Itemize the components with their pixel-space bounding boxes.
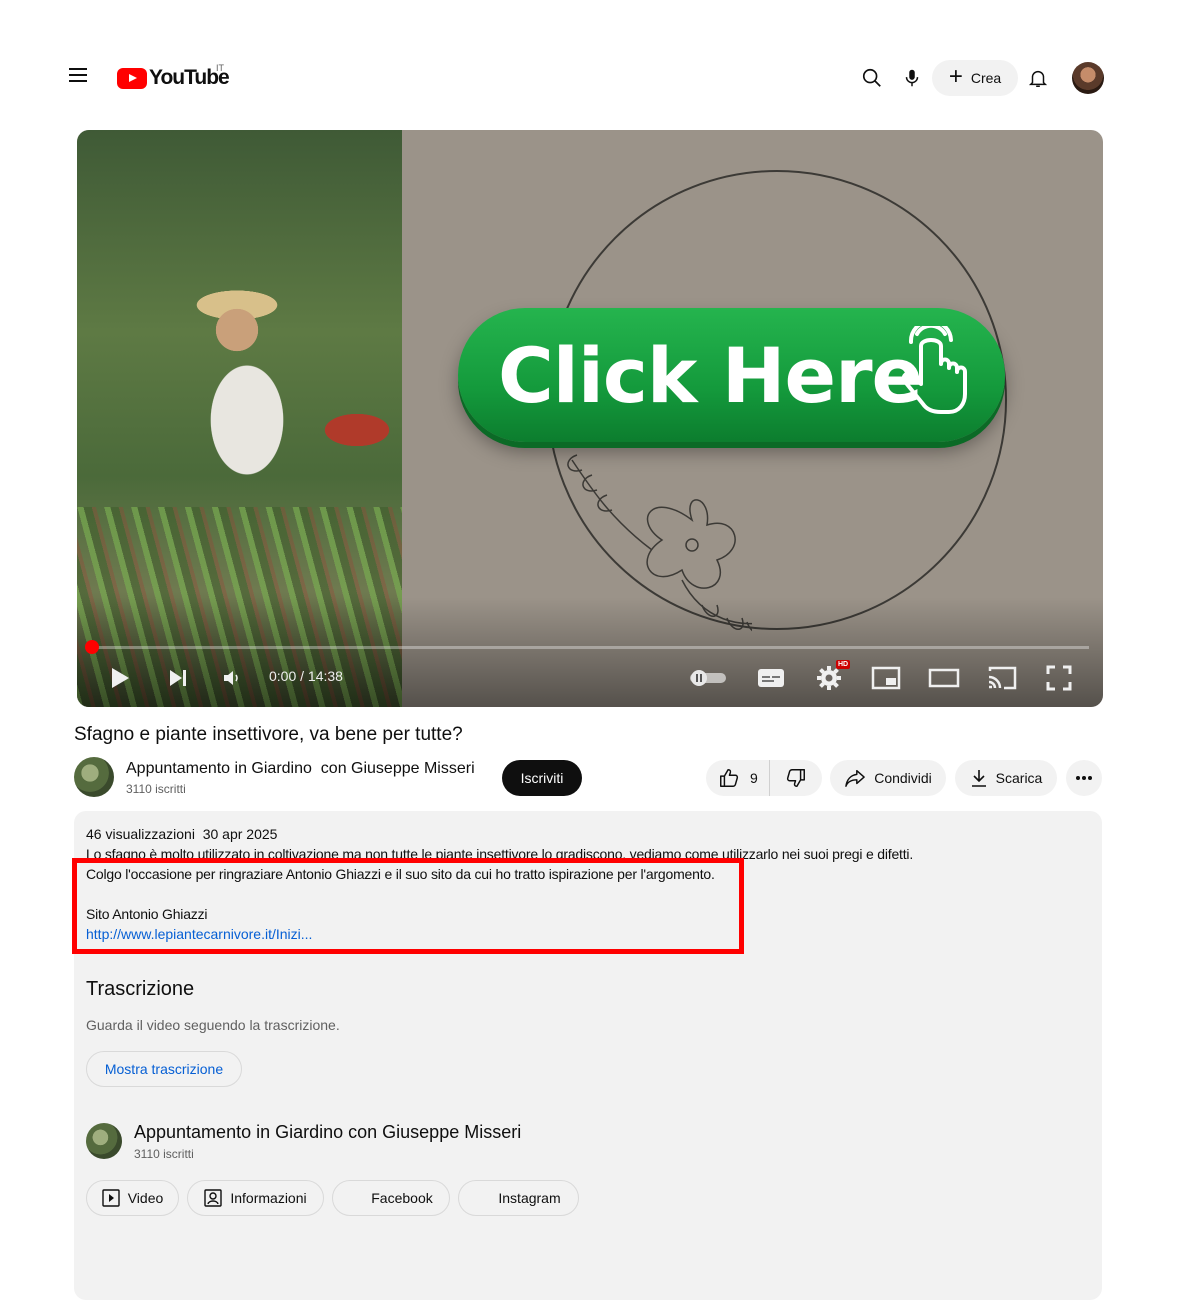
thumbs-up-icon bbox=[720, 769, 739, 787]
download-label: Scarica bbox=[995, 770, 1043, 786]
instagram-label: Instagram bbox=[498, 1190, 561, 1206]
video-icon bbox=[102, 1189, 120, 1207]
click-here-overlay-button[interactable]: Click Here bbox=[458, 308, 1005, 442]
more-actions-icon[interactable] bbox=[1066, 760, 1102, 796]
thumbs-down-icon bbox=[786, 769, 805, 787]
download-button[interactable]: Scarica bbox=[955, 760, 1057, 796]
subscribe-button[interactable]: Iscriviti bbox=[502, 760, 582, 796]
dislike-button[interactable] bbox=[770, 767, 822, 789]
progress-scrubber[interactable] bbox=[85, 640, 99, 654]
youtube-logo[interactable]: YouTube bbox=[117, 66, 230, 90]
like-button[interactable]: 9 bbox=[706, 760, 770, 796]
channel-videos-button[interactable]: Video bbox=[86, 1180, 179, 1216]
top-header: YouTube IT + Crea bbox=[0, 0, 1182, 130]
miniplayer-icon[interactable] bbox=[870, 663, 902, 693]
red-highlight-annotation bbox=[72, 858, 744, 954]
download-icon bbox=[971, 770, 986, 787]
share-arrow-icon bbox=[845, 770, 866, 787]
channel-facebook-button[interactable]: Facebook bbox=[332, 1180, 450, 1216]
channel-card-avatar[interactable] bbox=[86, 1123, 122, 1159]
subtitles-icon[interactable] bbox=[755, 663, 787, 693]
channel-name[interactable]: Appuntamento in Giardino con Giuseppe Mi… bbox=[126, 760, 475, 778]
transcript-heading: Trascrizione bbox=[86, 978, 195, 1000]
hd-badge: HD bbox=[836, 660, 851, 669]
fullscreen-icon[interactable] bbox=[1043, 663, 1075, 693]
time-display: 0:00 / 14:38 bbox=[269, 668, 343, 684]
progress-bar[interactable] bbox=[91, 646, 1089, 649]
channel-about-button[interactable]: Informazioni bbox=[187, 1180, 324, 1216]
create-label: Crea bbox=[970, 70, 1002, 86]
mic-icon[interactable] bbox=[898, 64, 926, 92]
bell-icon[interactable] bbox=[1024, 64, 1052, 92]
create-button[interactable]: + Crea bbox=[932, 60, 1018, 96]
show-transcript-button[interactable]: Mostra trascrizione bbox=[86, 1051, 242, 1087]
search-icon[interactable] bbox=[858, 64, 886, 92]
transcript-subtitle: Guarda il video seguendo la trascrizione… bbox=[86, 1017, 340, 1033]
channel-card-name[interactable]: Appuntamento in Giardino con Giuseppe Mi… bbox=[134, 1122, 521, 1143]
like-dislike-group: 9 bbox=[706, 760, 822, 796]
click-here-text: Click Here bbox=[498, 330, 923, 420]
theater-mode-icon[interactable] bbox=[927, 663, 961, 693]
video-title: Sfagno e piante insettivore, va bene per… bbox=[74, 724, 463, 745]
like-count: 9 bbox=[750, 770, 758, 786]
pointing-hand-icon bbox=[901, 326, 967, 414]
share-label: Condividi bbox=[874, 770, 932, 786]
country-code: IT bbox=[216, 63, 224, 73]
about-label: Informazioni bbox=[230, 1190, 307, 1206]
share-button[interactable]: Condividi bbox=[830, 760, 946, 796]
channel-instagram-button[interactable]: Instagram bbox=[458, 1180, 579, 1216]
menu-icon[interactable] bbox=[64, 64, 92, 92]
autoplay-toggle-icon[interactable] bbox=[687, 663, 729, 693]
subscriber-count: 3110 iscritti bbox=[126, 782, 186, 796]
channel-card-subscribers: 3110 iscritti bbox=[134, 1147, 194, 1161]
channel-avatar[interactable] bbox=[74, 757, 114, 797]
user-avatar[interactable] bbox=[1072, 62, 1104, 94]
videos-label: Video bbox=[127, 1190, 164, 1206]
facebook-label: Facebook bbox=[371, 1190, 433, 1206]
view-count-date: 46 visualizzazioni 30 apr 2025 bbox=[86, 826, 278, 842]
video-player[interactable]: Click Here 0:00 / 14:38 HD bbox=[77, 130, 1103, 707]
youtube-play-logo-icon bbox=[117, 67, 147, 89]
next-icon[interactable] bbox=[163, 663, 193, 693]
play-icon[interactable] bbox=[105, 663, 135, 693]
cast-icon[interactable] bbox=[985, 663, 1019, 693]
plus-icon: + bbox=[948, 63, 963, 90]
about-profile-icon bbox=[204, 1189, 223, 1207]
volume-icon[interactable] bbox=[217, 663, 247, 693]
